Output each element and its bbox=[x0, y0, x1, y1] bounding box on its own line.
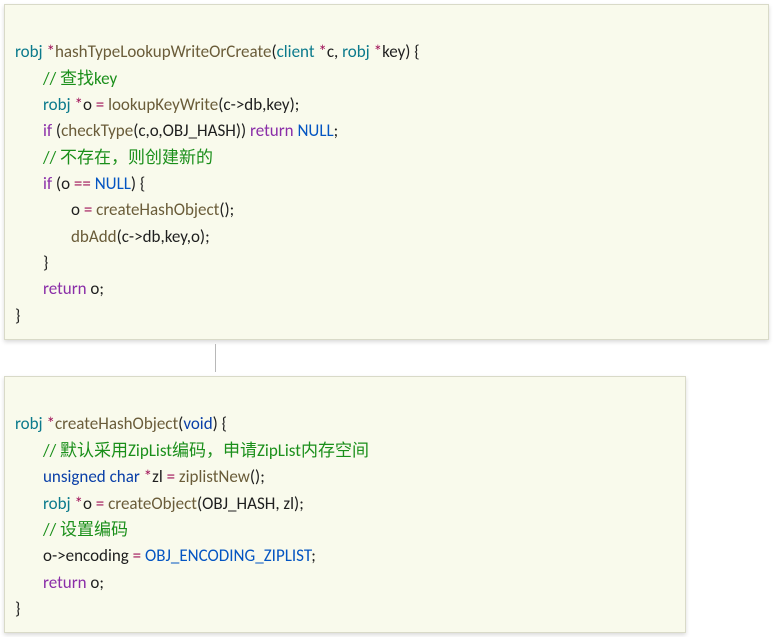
line: o->encoding = OBJ_ENCODING_ZIPLIST; bbox=[15, 545, 316, 566]
comment: // 设置编码 bbox=[43, 519, 128, 540]
line: // 不存在，则创建新的 bbox=[15, 147, 213, 168]
line: return o; bbox=[15, 278, 104, 299]
line: return o; bbox=[15, 572, 104, 593]
line: } bbox=[15, 252, 48, 273]
separator bbox=[0, 344, 773, 372]
comment: // 默认采用ZipList编码，申请ZipList内存空间 bbox=[43, 440, 369, 461]
line: // 查找key bbox=[15, 68, 117, 89]
line: robj *o = lookupKeyWrite(c->db,key); bbox=[15, 94, 299, 115]
line: // 默认采用ZipList编码，申请ZipList内存空间 bbox=[15, 440, 369, 461]
line: o = createHashObject(); bbox=[15, 199, 234, 220]
type-token: robj bbox=[15, 41, 43, 62]
line: robj *createHashObject(void) { bbox=[15, 413, 227, 434]
func-token: hashTypeLookupWriteOrCreate bbox=[55, 41, 272, 62]
line: // 设置编码 bbox=[15, 519, 128, 540]
code-block-2: robj *createHashObject(void) { // 默认采用Zi… bbox=[4, 376, 686, 633]
code-block-1: robj *hashTypeLookupWriteOrCreate(client… bbox=[4, 4, 769, 340]
line: if (checkType(c,o,OBJ_HASH)) return NULL… bbox=[15, 120, 338, 141]
line: robj *o = createObject(OBJ_HASH, zl); bbox=[15, 493, 304, 514]
line: robj *hashTypeLookupWriteOrCreate(client… bbox=[15, 41, 420, 62]
line: } bbox=[15, 305, 20, 326]
line: dbAdd(c->db,key,o); bbox=[15, 226, 210, 247]
line: if (o == NULL) { bbox=[15, 173, 145, 194]
op-token: * bbox=[43, 41, 55, 62]
comment: // 不存在，则创建新的 bbox=[43, 147, 213, 168]
comment: // 查找key bbox=[43, 68, 117, 89]
line: } bbox=[15, 598, 20, 619]
line: unsigned char *zl = ziplistNew(); bbox=[15, 466, 265, 487]
